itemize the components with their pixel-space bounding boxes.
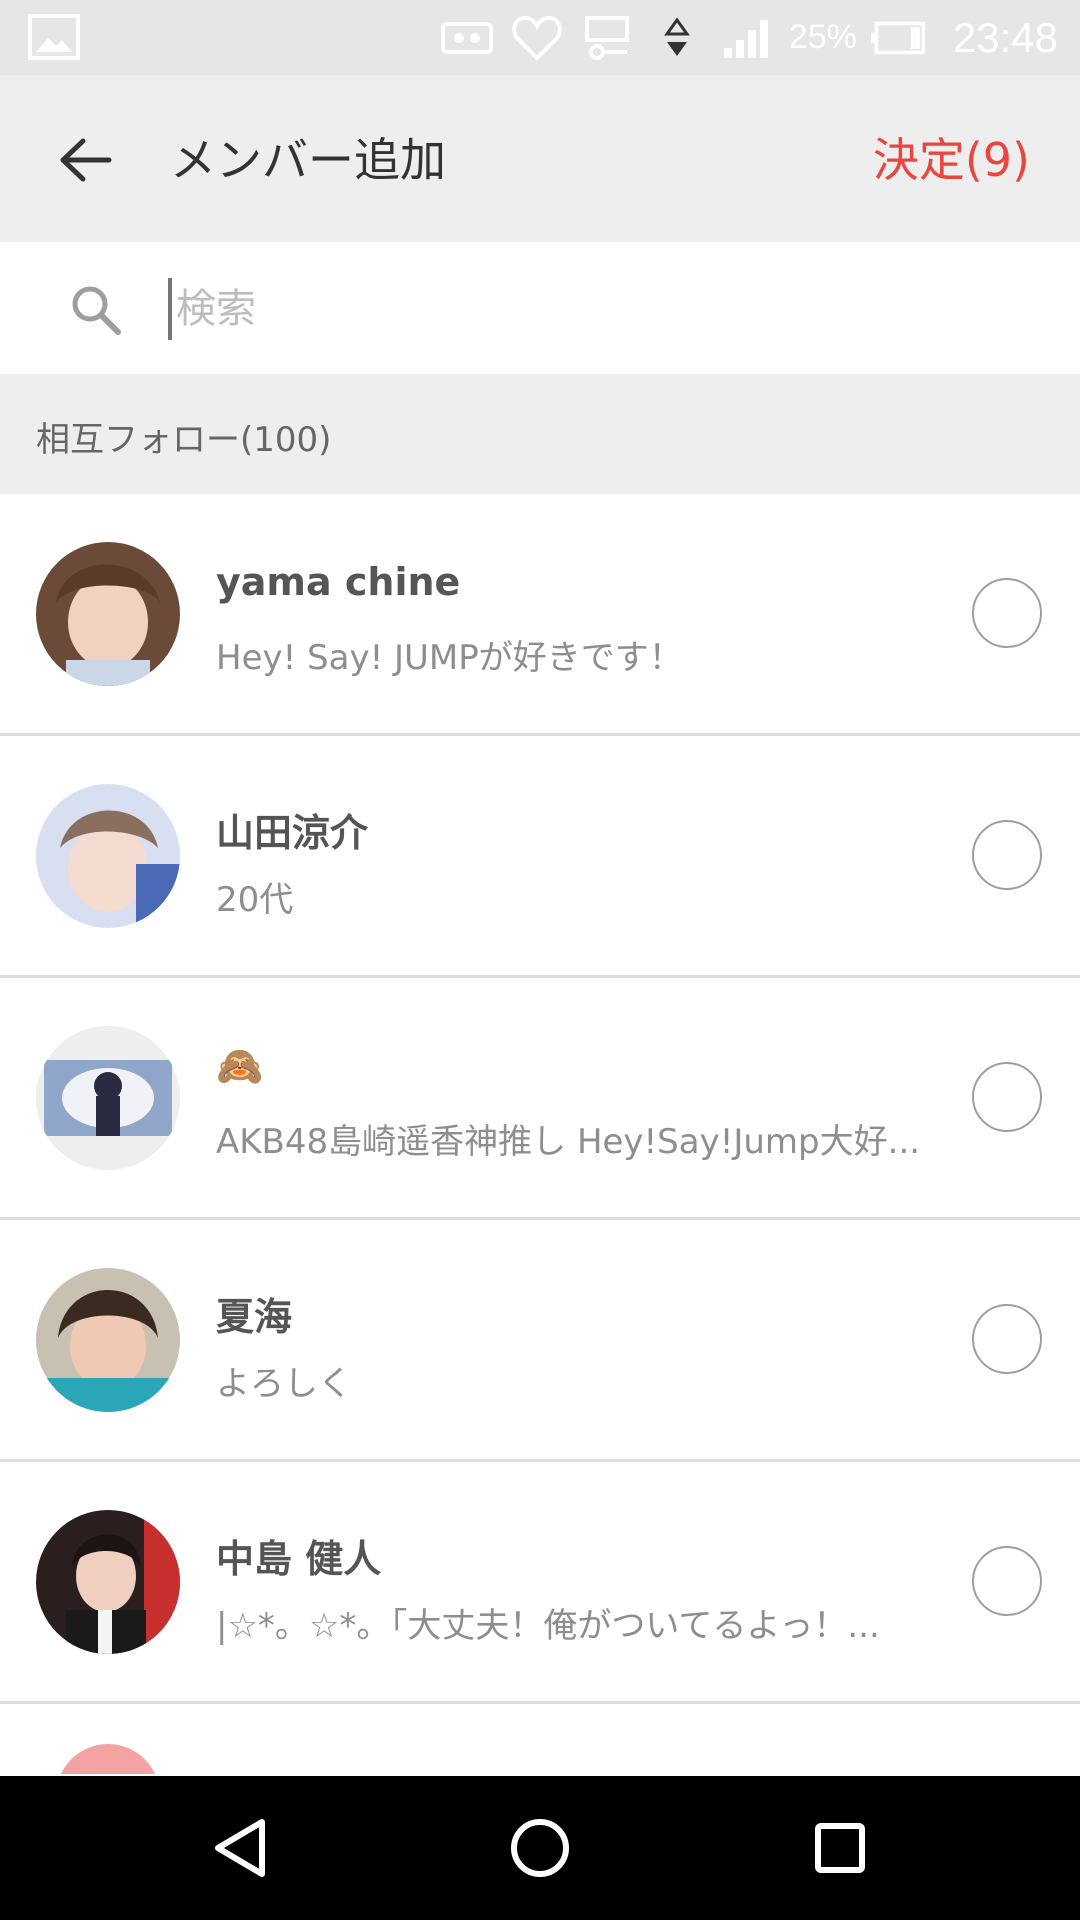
avatar bbox=[36, 1268, 180, 1412]
list-item[interactable]: yama chine Hey! Say! JUMPが好きです！ bbox=[0, 494, 1080, 736]
member-subtitle: Hey! Say! JUMPが好きです！ bbox=[216, 638, 683, 678]
list-item[interactable]: 夏海 よろしく bbox=[0, 1220, 1080, 1462]
battery-icon bbox=[870, 14, 927, 62]
heart-icon bbox=[509, 14, 565, 62]
avatar bbox=[36, 1026, 180, 1170]
member-list: yama chine Hey! Say! JUMPが好きです！ 山田涼介 20代… bbox=[0, 494, 1080, 1774]
back-triangle-icon bbox=[215, 1819, 265, 1877]
select-radio[interactable] bbox=[972, 820, 1042, 890]
image-icon bbox=[28, 14, 80, 60]
nav-recents-button[interactable] bbox=[800, 1808, 880, 1888]
avatar bbox=[36, 542, 180, 686]
member-subtitle: AKB48島崎遥香神推し Hey!Say!Jump大好... bbox=[216, 1122, 921, 1162]
arrow-left-icon bbox=[60, 138, 112, 182]
member-name: 夏海 bbox=[216, 1295, 293, 1339]
section-header: 相互フォロー(100) bbox=[0, 374, 1080, 494]
member-name: 中島 健人 bbox=[216, 1537, 382, 1581]
avatar bbox=[56, 1744, 160, 1774]
page-title: メンバー追加 bbox=[170, 133, 446, 187]
home-circle-icon bbox=[511, 1819, 569, 1877]
data-arrows-icon bbox=[649, 14, 705, 62]
list-item-partial[interactable] bbox=[0, 1704, 1080, 1774]
clock: 23:48 bbox=[952, 13, 1058, 61]
avatar bbox=[36, 784, 180, 928]
list-item[interactable]: 🙈 AKB48島崎遥香神推し Hey!Say!Jump大好... bbox=[0, 978, 1080, 1220]
select-radio[interactable] bbox=[972, 1062, 1042, 1132]
list-item[interactable]: 中島 健人 |☆*。☆*。「大丈夫！俺がついてるよっ！... bbox=[0, 1462, 1080, 1704]
status-bar: 25% 23:48 bbox=[0, 0, 1080, 75]
signal-icon bbox=[719, 14, 775, 62]
nfc-key-icon bbox=[579, 14, 635, 62]
member-subtitle: |☆*。☆*。「大丈夫！俺がついてるよっ！... bbox=[216, 1606, 880, 1646]
list-item[interactable]: 山田涼介 20代 bbox=[0, 736, 1080, 978]
avatar bbox=[36, 1510, 180, 1654]
battery-percent: 25% bbox=[788, 18, 857, 56]
member-subtitle: 20代 bbox=[216, 880, 294, 920]
select-radio[interactable] bbox=[972, 578, 1042, 648]
hotspot-icon bbox=[439, 14, 495, 62]
search-bar bbox=[0, 242, 1080, 374]
system-nav-bar bbox=[0, 1776, 1080, 1920]
search-input[interactable] bbox=[168, 278, 1038, 340]
member-name: yama chine bbox=[216, 560, 461, 604]
nav-back-button[interactable] bbox=[200, 1808, 280, 1888]
select-radio[interactable] bbox=[972, 1546, 1042, 1616]
confirm-button[interactable]: 決定(9) bbox=[873, 125, 1030, 195]
recents-square-icon bbox=[815, 1823, 865, 1873]
member-name: 🙈 bbox=[216, 1044, 264, 1088]
back-button[interactable] bbox=[50, 125, 120, 195]
search-icon bbox=[68, 282, 124, 338]
member-name: 山田涼介 bbox=[216, 811, 369, 855]
section-label: 相互フォロー(100) bbox=[36, 420, 332, 460]
app-bar: メンバー追加 決定(9) bbox=[0, 75, 1080, 242]
nav-home-button[interactable] bbox=[500, 1808, 580, 1888]
select-radio[interactable] bbox=[972, 1304, 1042, 1374]
member-subtitle: よろしく bbox=[216, 1364, 352, 1404]
